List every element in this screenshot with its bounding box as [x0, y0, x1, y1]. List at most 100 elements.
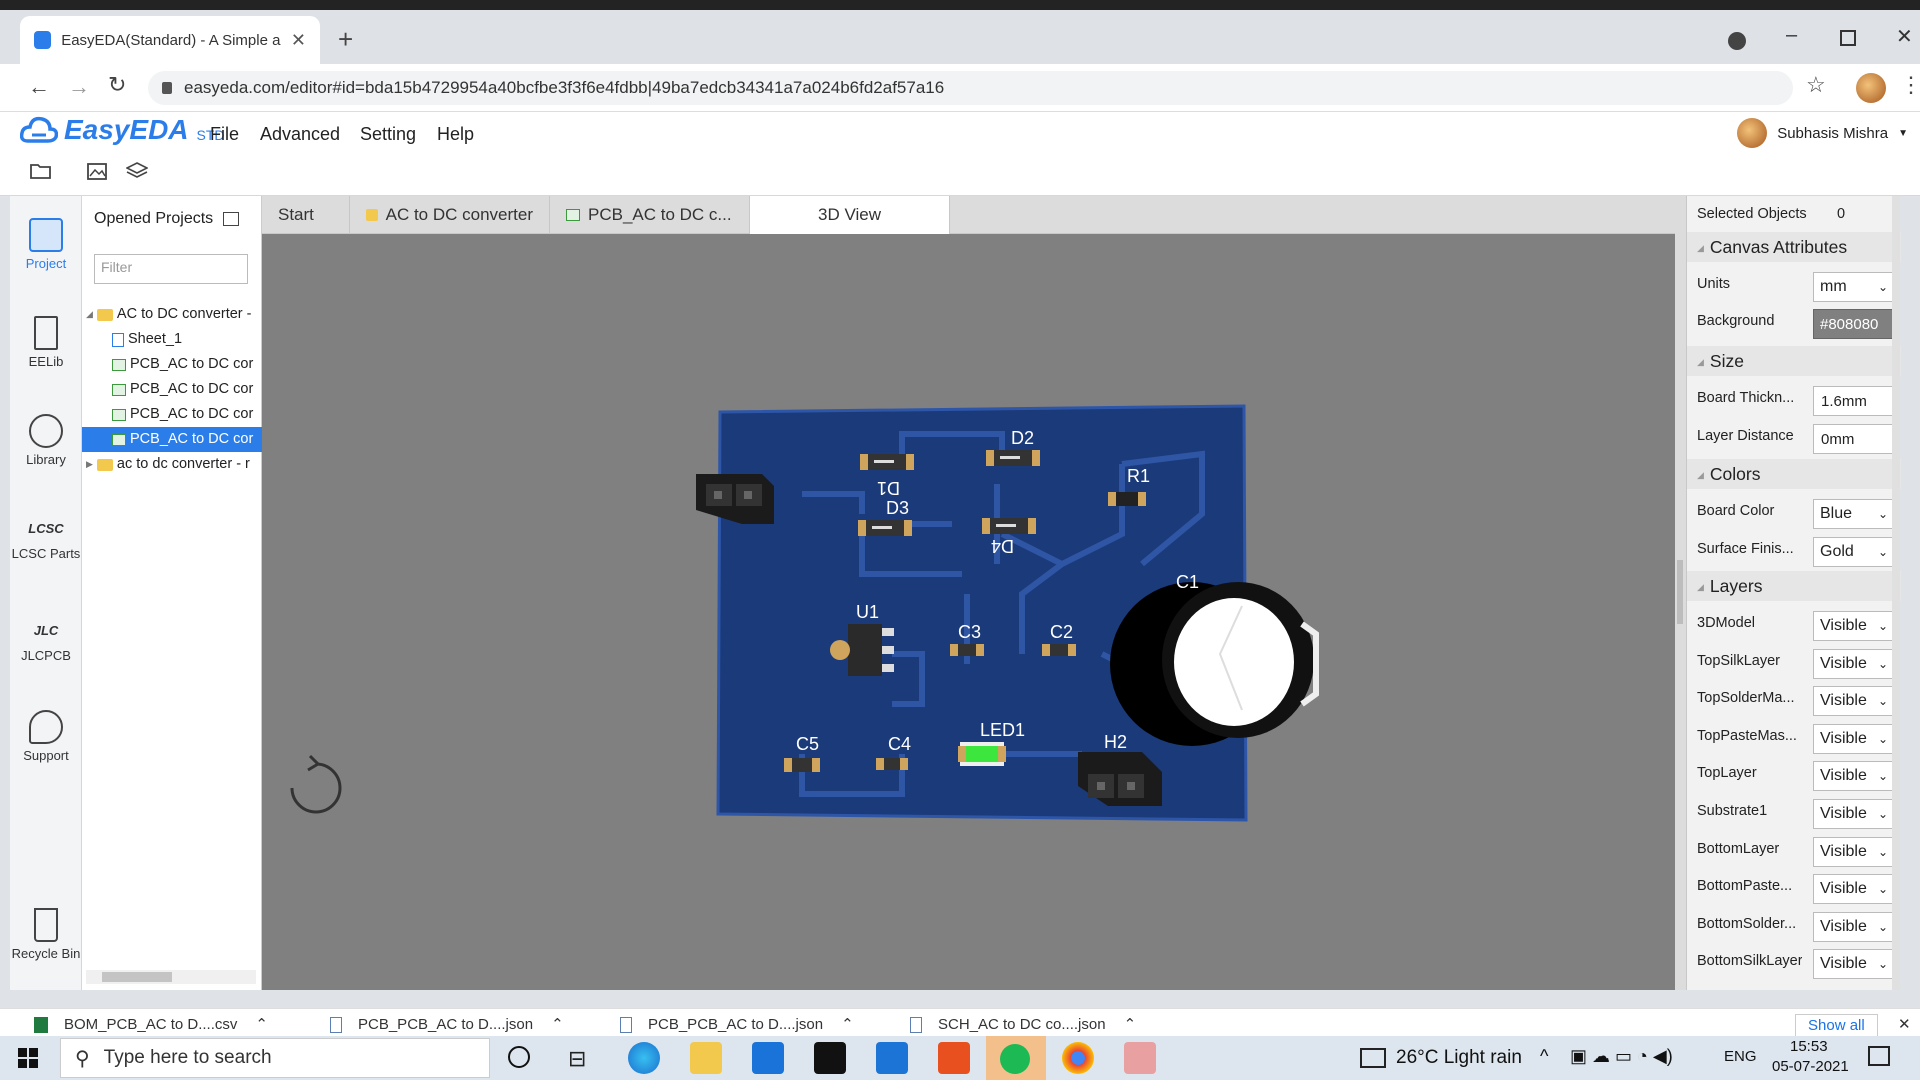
close-window-icon[interactable]: ✕: [1896, 24, 1913, 49]
maximize-icon[interactable]: [1840, 30, 1856, 46]
menu-advanced[interactable]: Advanced: [260, 124, 340, 145]
canvas-attributes-section[interactable]: Canvas Attributes: [1687, 232, 1901, 262]
open-folder-icon[interactable]: [28, 158, 54, 184]
office-icon[interactable]: [938, 1042, 970, 1074]
weather-text[interactable]: 26°C Light rain: [1396, 1047, 1522, 1069]
sidebar-item-recycle-bin[interactable]: Recycle Bin: [10, 908, 82, 961]
sidebar-item-eelib[interactable]: EELib: [10, 316, 82, 369]
right-splitter[interactable]: [1675, 196, 1686, 990]
mail-icon[interactable]: [752, 1042, 784, 1074]
layer-visibility-select[interactable]: Visible ⌄: [1813, 799, 1895, 829]
layer-visibility-select[interactable]: Visible ⌄: [1813, 836, 1895, 867]
tree-item-project[interactable]: ◢ AC to DC converter -: [82, 302, 262, 327]
tree-item-sheet[interactable]: Sheet_1: [82, 327, 262, 352]
tab-pcb[interactable]: PCB_AC to DC c...: [550, 196, 750, 234]
chevron-up-icon[interactable]: ⌃: [841, 1016, 854, 1033]
address-input[interactable]: easyeda.com/editor#id=bda15b4729954a40bc…: [148, 71, 1793, 105]
spotify-tab[interactable]: [986, 1036, 1046, 1080]
tab-start[interactable]: Start: [262, 196, 350, 234]
tree-item-pcb[interactable]: PCB_AC to DC cor: [82, 352, 262, 377]
notification-icon[interactable]: [1868, 1046, 1890, 1066]
tray-arrow-icon[interactable]: ^: [1540, 1046, 1548, 1067]
taskbar-search-input[interactable]: ⚲ Type here to search: [60, 1038, 490, 1078]
download-item[interactable]: BOM_PCB_AC to D....csv ⌃: [34, 1015, 268, 1034]
layers-section[interactable]: Layers: [1687, 571, 1901, 601]
size-section[interactable]: Size: [1687, 346, 1901, 376]
menu-file[interactable]: File: [210, 124, 239, 145]
browser-menu-icon[interactable]: ⋮: [1900, 72, 1920, 98]
back-icon[interactable]: ←: [28, 74, 50, 100]
tray-icons[interactable]: ▣ ☁ ▭ ◔ ◀): [1570, 1046, 1673, 1067]
easyeda-logo[interactable]: EasyEDA STD: [20, 114, 225, 146]
tree-item-pcb[interactable]: PCB_AC to DC cor: [82, 377, 262, 402]
bookmark-star-icon[interactable]: ☆: [1806, 72, 1826, 98]
menu-setting[interactable]: Setting: [360, 124, 416, 145]
sidebar-item-jlcpcb[interactable]: JLC JLCPCB: [10, 614, 82, 663]
board-color-select[interactable]: Blue ⌄: [1813, 499, 1895, 529]
close-downloads-icon[interactable]: ✕: [1898, 1015, 1911, 1033]
download-item[interactable]: PCB_PCB_AC to D....json ⌃: [620, 1015, 854, 1034]
horizontal-scrollbar[interactable]: [86, 970, 256, 984]
calendar-icon[interactable]: [223, 212, 240, 226]
vertical-scrollbar[interactable]: [1892, 196, 1900, 990]
tree-item-pcb[interactable]: PCB_AC to DC cor: [82, 402, 262, 427]
layer-visibility-select[interactable]: Visible ⌄: [1813, 611, 1895, 641]
layers-icon[interactable]: [124, 158, 150, 184]
layer-visibility-select[interactable]: Visible ⌄: [1813, 949, 1895, 980]
layer-visibility-select[interactable]: Visible ⌄: [1813, 911, 1895, 942]
show-all-button[interactable]: Show all: [1795, 1014, 1878, 1036]
power-automate-icon[interactable]: [876, 1042, 908, 1074]
surface-finish-select[interactable]: Gold ⌄: [1813, 537, 1895, 567]
layer-distance-input[interactable]: 0mm: [1813, 424, 1895, 454]
download-item[interactable]: SCH_AC to DC co....json ⌃: [910, 1015, 1137, 1034]
user-menu[interactable]: Subhasis Mishra ▼: [1737, 118, 1908, 148]
dropbox-icon[interactable]: [814, 1042, 846, 1074]
reset-view-icon[interactable]: [290, 754, 342, 814]
tab-schematic-project[interactable]: AC to DC converter: [350, 196, 550, 234]
filter-input[interactable]: Filter: [94, 254, 248, 284]
sidebar-item-support[interactable]: Support: [10, 710, 82, 763]
collapse-arrow-icon[interactable]: ◢: [86, 302, 93, 327]
file-explorer-icon[interactable]: [690, 1042, 722, 1074]
windows-start-icon[interactable]: [18, 1048, 38, 1068]
browser-profile-avatar[interactable]: [1856, 73, 1886, 103]
sidebar-item-project[interactable]: Project: [10, 218, 82, 271]
chevron-up-icon[interactable]: ⌃: [255, 1016, 268, 1033]
layer-visibility-select[interactable]: Visible ⌄: [1813, 648, 1895, 679]
layer-visibility-select[interactable]: Visible ⌄: [1813, 874, 1895, 905]
layer-visibility-select[interactable]: Visible ⌄: [1813, 686, 1895, 717]
sidebar-item-lcsc-parts[interactable]: LCSC LCSC Parts: [10, 512, 82, 561]
units-select[interactable]: mm ⌄: [1813, 272, 1895, 302]
cortana-icon[interactable]: [508, 1046, 530, 1068]
reload-icon[interactable]: ↻: [108, 72, 126, 98]
expand-arrow-icon[interactable]: ▶: [86, 452, 93, 477]
menu-help[interactable]: Help: [437, 124, 474, 145]
clock-time[interactable]: 15:53: [1790, 1038, 1828, 1055]
chevron-up-icon[interactable]: ⌃: [1124, 1016, 1137, 1033]
edge-app-icon[interactable]: [628, 1042, 660, 1074]
tree-item-project[interactable]: ▶ ac to dc converter - r: [82, 452, 262, 477]
image-export-icon[interactable]: [84, 158, 110, 184]
chrome-icon[interactable]: [1062, 1042, 1094, 1074]
board-thickness-input[interactable]: 1.6mm: [1813, 386, 1895, 416]
forward-icon[interactable]: →: [68, 74, 90, 100]
tree-item-pcb-selected[interactable]: PCB_AC to DC cor: [82, 427, 262, 452]
chevron-up-icon[interactable]: ⌃: [551, 1016, 564, 1033]
scrollbar-thumb[interactable]: [102, 972, 172, 982]
clock-date[interactable]: 05-07-2021: [1772, 1058, 1849, 1075]
browser-tab[interactable]: EasyEDA(Standard) - A Simple an ✕: [20, 16, 320, 64]
layer-visibility-select[interactable]: Visible ⌄: [1813, 723, 1895, 754]
new-tab-icon[interactable]: +: [338, 24, 353, 55]
background-color-input[interactable]: #808080: [1813, 309, 1895, 339]
download-item[interactable]: PCB_PCB_AC to D....json ⌃: [330, 1015, 564, 1034]
colors-section[interactable]: Colors: [1687, 459, 1901, 489]
language-indicator[interactable]: ENG: [1724, 1048, 1757, 1065]
paint-icon[interactable]: [1124, 1042, 1156, 1074]
tab-3d-view[interactable]: 3D View: [750, 196, 950, 234]
3d-view-canvas[interactable]: D2 D1 D3 D4 R1 C1 U1 C3 C2 C5 C4 LED1 H2: [262, 234, 1675, 990]
minimize-icon[interactable]: –: [1786, 24, 1797, 47]
tab-close-icon[interactable]: ✕: [291, 30, 306, 51]
task-view-icon[interactable]: ⊟: [568, 1046, 586, 1072]
sidebar-item-library[interactable]: Library: [10, 414, 82, 467]
profile-menu-icon[interactable]: [1728, 32, 1746, 50]
